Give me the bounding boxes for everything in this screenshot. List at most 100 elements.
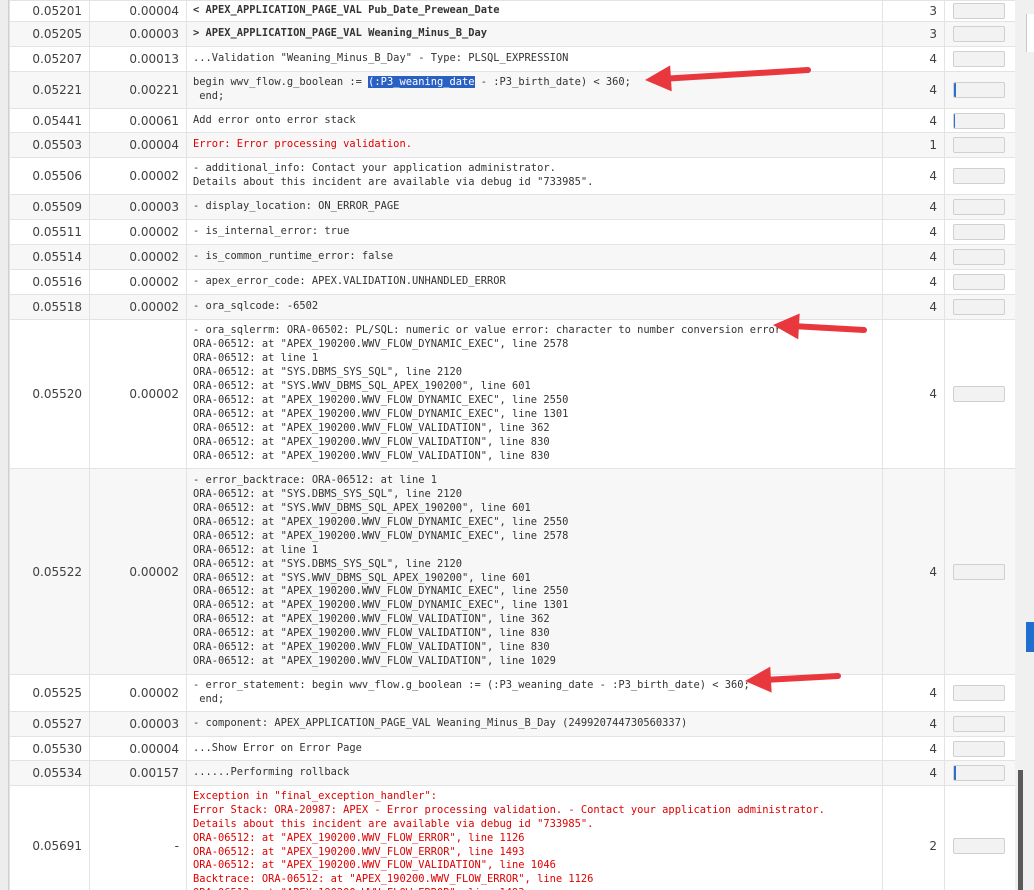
execution-cell: 0.00002: [89, 244, 187, 270]
elapsed-cell: 0.05530: [9, 736, 90, 761]
message-cell: < APEX_APPLICATION_PAGE_VAL Pub_Date_Pre…: [186, 0, 883, 22]
elapsed-cell: 0.05441: [9, 108, 90, 133]
scrollbar-thumb[interactable]: [1018, 770, 1023, 890]
level-cell: 4: [882, 674, 945, 712]
selected-text: (:P3_weaning_date: [368, 76, 475, 89]
debug-log-panel: 0.05201 0.00004 < APEX_APPLICATION_PAGE_VA…: [8, 0, 1016, 890]
timing-bar: [953, 837, 1005, 854]
execution-cell: 0.00004: [89, 736, 187, 761]
graph-cell: [944, 132, 1015, 158]
level-cell: 4: [882, 71, 945, 109]
level-cell: 4: [882, 319, 945, 469]
timing-bar: [953, 224, 1005, 240]
timing-bar: [953, 112, 1005, 129]
log-row: 0.05691- Exception in "final_exception_ha…: [9, 785, 1015, 890]
elapsed-cell: 0.05511: [9, 219, 90, 245]
message-cell: Add error onto error stack: [186, 108, 883, 133]
log-row: 0.05525 0.00002- error_statement: begin w…: [9, 674, 1015, 712]
level-cell: 4: [882, 711, 945, 737]
timing-bar: [953, 82, 1005, 98]
log-row: 0.05518 0.00002- ora_sqlcode: -6502 4: [9, 294, 1015, 320]
timing-bar: [953, 765, 1005, 781]
graph-cell: [944, 46, 1015, 72]
execution-cell: -: [89, 785, 187, 890]
message-cell: - error_statement: begin wwv_flow.g_bool…: [186, 674, 883, 712]
graph-cell: [944, 21, 1015, 47]
log-row: 0.05503 0.00004 Error: Error processing va…: [9, 132, 1015, 158]
message-cell: - component: APEX_APPLICATION_PAGE_VAL W…: [186, 711, 883, 737]
graph-cell: [944, 0, 1015, 22]
level-cell: 3: [882, 0, 945, 22]
level-cell: 4: [882, 244, 945, 270]
log-row: 0.05514 0.00002- is_common_runtime_error:…: [9, 244, 1015, 270]
message-cell: - ora_sqlerrm: ORA-06502: PL/SQL: numeri…: [186, 319, 883, 469]
graph-cell: [944, 219, 1015, 245]
execution-cell: 0.00157: [89, 760, 187, 786]
message-cell: ...Validation "Weaning_Minus_B_Day" - Ty…: [186, 46, 883, 72]
log-row: 0.05511 0.00002- is_internal_error: true 4: [9, 219, 1015, 245]
log-row: 0.05441 0.00061 Add error onto error stack…: [9, 108, 1015, 133]
level-cell: 4: [882, 108, 945, 133]
log-row: 0.05527 0.00003- component: APEX_APPLICAT…: [9, 711, 1015, 737]
execution-cell: 0.00002: [89, 269, 187, 295]
elapsed-cell: 0.05534: [9, 760, 90, 786]
message-cell: - ora_sqlcode: -6502: [186, 294, 883, 320]
level-cell: 4: [882, 760, 945, 786]
message-cell: begin wwv_flow.g_boolean := (:P3_weaning…: [186, 71, 883, 109]
execution-cell: 0.00002: [89, 294, 187, 320]
message-cell: ......Performing rollback: [186, 760, 883, 786]
level-cell: 4: [882, 157, 945, 195]
elapsed-cell: 0.05503: [9, 132, 90, 158]
log-row: 0.05201 0.00004 < APEX_APPLICATION_PAGE_VA…: [9, 0, 1015, 22]
timing-bar: [953, 137, 1005, 153]
timing-bar: [953, 3, 1005, 19]
elapsed-cell: 0.05520: [9, 319, 90, 469]
message-cell: - display_location: ON_ERROR_PAGE: [186, 194, 883, 220]
level-cell: 4: [882, 194, 945, 220]
elapsed-cell: 0.05207: [9, 46, 90, 72]
elapsed-cell: 0.05516: [9, 269, 90, 295]
timing-bar: [953, 685, 1005, 701]
elapsed-cell: 0.05518: [9, 294, 90, 320]
execution-cell: 0.00003: [89, 194, 187, 220]
message-cell: - additional_info: Contact your applicat…: [186, 157, 883, 195]
elapsed-cell: 0.05514: [9, 244, 90, 270]
log-row: 0.05506 0.00002- additional_info: Contact…: [9, 157, 1015, 195]
graph-cell: [944, 736, 1015, 761]
level-cell: 4: [882, 46, 945, 72]
timing-bar: [953, 274, 1005, 290]
graph-cell: [944, 157, 1015, 195]
log-row: 0.05509 0.00003- display_location: ON_ERR…: [9, 194, 1015, 220]
message-cell: ...Show Error on Error Page: [186, 736, 883, 761]
timing-bar: [953, 563, 1005, 580]
graph-cell: [944, 760, 1015, 786]
level-cell: 4: [882, 269, 945, 295]
graph-cell: [944, 468, 1015, 675]
timing-bar: [953, 249, 1005, 265]
message-cell: Exception in "final_exception_handler": …: [186, 785, 883, 890]
elapsed-cell: 0.05509: [9, 194, 90, 220]
timing-bar: [953, 199, 1005, 215]
level-cell: 4: [882, 736, 945, 761]
execution-cell: 0.00002: [89, 219, 187, 245]
message-cell: Error: Error processing validation.: [186, 132, 883, 158]
level-cell: 3: [882, 21, 945, 47]
timing-bar-fill: [954, 766, 956, 780]
elapsed-cell: 0.05221: [9, 71, 90, 109]
log-row: 0.05522 0.00002- error_backtrace: ORA-065…: [9, 468, 1015, 675]
elapsed-cell: 0.05522: [9, 468, 90, 675]
graph-cell: [944, 194, 1015, 220]
message-cell: - error_backtrace: ORA-06512: at line 1 …: [186, 468, 883, 675]
graph-cell: [944, 674, 1015, 712]
execution-cell: 0.00003: [89, 21, 187, 47]
message-cell: - is_common_runtime_error: false: [186, 244, 883, 270]
execution-cell: 0.00221: [89, 71, 187, 109]
timing-bar: [953, 168, 1005, 184]
elapsed-cell: 0.05525: [9, 674, 90, 712]
elapsed-cell: 0.05506: [9, 157, 90, 195]
log-row: 0.05520 0.00002- ora_sqlerrm: ORA-06502: …: [9, 319, 1015, 469]
execution-cell: 0.00002: [89, 468, 187, 675]
left-window-edge: [0, 0, 8, 890]
timing-bar: [953, 386, 1005, 402]
graph-cell: [944, 244, 1015, 270]
